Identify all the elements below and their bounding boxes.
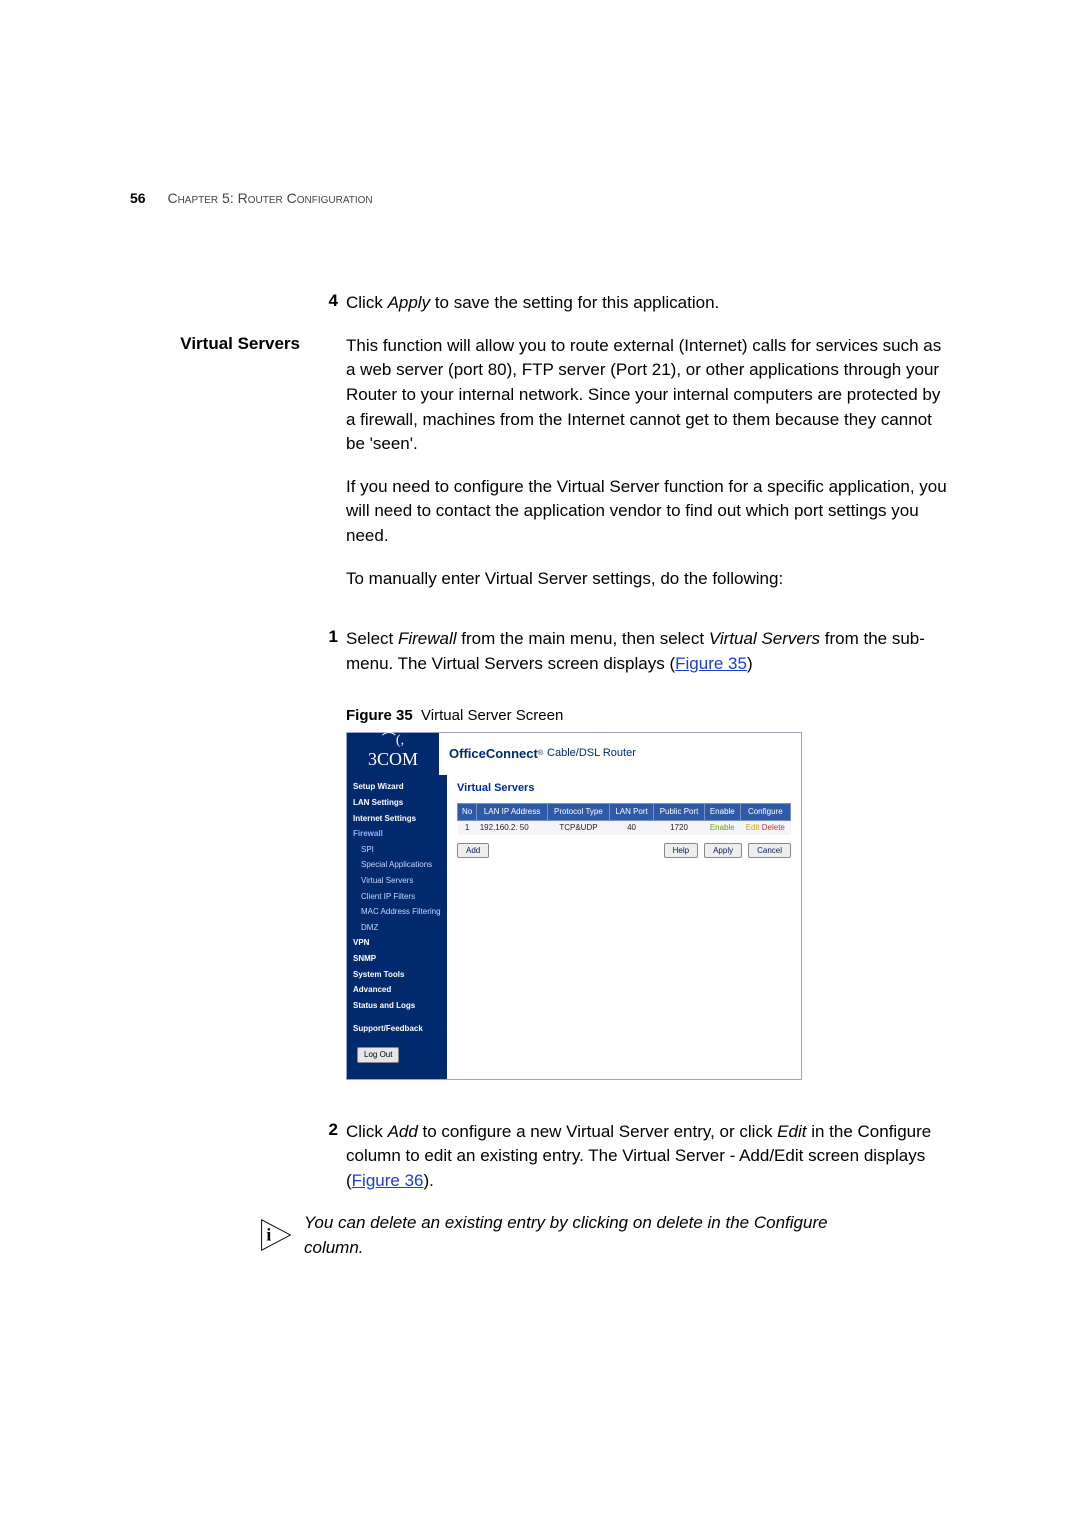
column-header: Public Port	[654, 804, 705, 821]
router-ui-screenshot: ⌒(, 3COM OfficeConnect® Cable/DSL Router…	[346, 732, 802, 1079]
svg-text:i: i	[266, 1225, 271, 1245]
cancel-button[interactable]: Cancel	[748, 843, 791, 859]
column-header: LAN Port	[610, 804, 654, 821]
row-enable-link[interactable]: Enable	[710, 823, 735, 832]
3com-logo: ⌒(, 3COM	[347, 733, 439, 775]
column-header: Protocol Type	[547, 804, 609, 821]
virtual-servers-table: NoLAN IP AddressProtocol TypeLAN PortPub…	[457, 803, 791, 834]
nav-item[interactable]: VPN	[351, 935, 443, 951]
step-number-2: 2	[314, 1120, 346, 1140]
page-header: 56 Chapter 5: Router Configuration	[130, 190, 950, 206]
product-brand: OfficeConnect® Cable/DSL Router	[439, 733, 801, 775]
vs-para2: If you need to configure the Virtual Ser…	[346, 475, 950, 549]
row-delete-link[interactable]: Delete	[762, 823, 785, 832]
column-header: No	[458, 804, 477, 821]
figure-36-link[interactable]: Figure 36	[352, 1171, 424, 1190]
column-header: LAN IP Address	[477, 804, 548, 821]
logout-button[interactable]: Log Out	[357, 1047, 399, 1063]
page-number: 56	[130, 190, 146, 206]
step-number-4: 4	[314, 291, 346, 311]
nav-item[interactable]: DMZ	[351, 920, 443, 936]
nav-item[interactable]: Status and Logs	[351, 998, 443, 1014]
section-heading-virtual-servers: Virtual Servers	[130, 334, 314, 354]
vs-para3: To manually enter Virtual Server setting…	[346, 567, 950, 592]
step4-text: Click Apply to save the setting for this…	[346, 291, 950, 316]
nav-item[interactable]: Advanced	[351, 982, 443, 998]
nav-item[interactable]: Client IP Filters	[351, 889, 443, 905]
router-nav: Setup WizardLAN SettingsInternet Setting…	[347, 775, 447, 1078]
nav-item[interactable]: MAC Address Filtering	[351, 904, 443, 920]
chapter-label: Chapter 5: Router Configuration	[167, 190, 372, 206]
note-text: You can delete an existing entry by clic…	[304, 1211, 864, 1260]
step1-text: Select Firewall from the main menu, then…	[346, 627, 950, 676]
figure-35-caption: Figure 35 Virtual Server Screen	[346, 705, 950, 727]
vs-para1: This function will allow you to route ex…	[346, 334, 950, 457]
nav-item[interactable]: Setup Wizard	[351, 779, 443, 795]
nav-item[interactable]: SNMP	[351, 951, 443, 967]
nav-item[interactable]: Internet Settings	[351, 811, 443, 827]
add-button[interactable]: Add	[457, 843, 489, 859]
nav-item[interactable]: SPI	[351, 842, 443, 858]
column-header: Enable	[705, 804, 741, 821]
nav-item[interactable]: Virtual Servers	[351, 873, 443, 889]
nav-item[interactable]: Firewall	[351, 826, 443, 842]
nav-item[interactable]: Special Applications	[351, 857, 443, 873]
nav-item[interactable]: Support/Feedback	[351, 1021, 443, 1037]
table-row: 1 192.160.2. 50 TCP&UDP 40 1720 Enable E…	[458, 820, 791, 834]
apply-button[interactable]: Apply	[704, 843, 742, 859]
nav-item[interactable]: System Tools	[351, 967, 443, 983]
help-button[interactable]: Help	[664, 843, 698, 859]
step2-text: Click Add to configure a new Virtual Ser…	[346, 1120, 950, 1194]
figure-35-link[interactable]: Figure 35	[675, 654, 747, 673]
column-header: Configure	[740, 804, 790, 821]
nav-item[interactable]: LAN Settings	[351, 795, 443, 811]
info-icon: i	[260, 1215, 292, 1255]
router-main-title: Virtual Servers	[457, 781, 791, 797]
row-edit-link[interactable]: Edit	[746, 823, 760, 832]
step-number-1: 1	[314, 627, 346, 647]
